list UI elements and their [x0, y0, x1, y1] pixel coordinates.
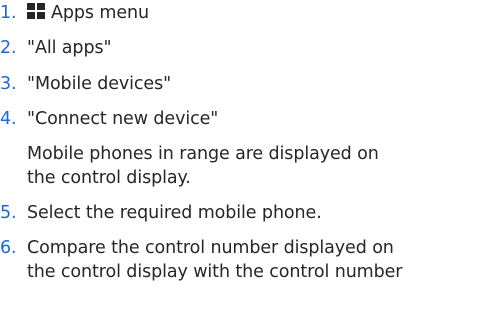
step-text: "Connect new device" — [27, 109, 219, 129]
step-number: 1. — [0, 3, 17, 23]
step-4: 4. "Connect new device" — [0, 108, 218, 132]
step-number: 4. — [0, 109, 17, 129]
apps-grid-icon — [27, 3, 45, 19]
note-line-1: Mobile phones in range are displayed on — [27, 144, 379, 164]
step-text-line-2: the control display with the control num… — [27, 261, 403, 282]
step-text: "All apps" — [27, 38, 112, 58]
step-text: "Mobile devices" — [27, 74, 172, 94]
step-number: 2. — [0, 38, 17, 58]
step-text: Select the required mobile phone. — [27, 203, 322, 223]
note-line-2: the control display. — [27, 167, 191, 188]
step-number: 6. — [0, 238, 17, 258]
step-text: Apps menu — [27, 3, 149, 23]
step-number: 3. — [0, 74, 17, 94]
step-6: 6. Compare the control number displayed … — [0, 237, 403, 284]
step-4-note: Mobile phones in range are displayed on … — [0, 143, 379, 190]
step-label: Apps menu — [51, 3, 149, 23]
step-5: 5. Select the required mobile phone. — [0, 202, 322, 226]
step-text-line-1: Compare the control number displayed on — [27, 238, 394, 258]
step-2: 2. "All apps" — [0, 37, 112, 61]
step-3: 3. "Mobile devices" — [0, 73, 171, 97]
step-1: 1. Apps menu — [0, 2, 149, 26]
step-number: 5. — [0, 203, 17, 223]
